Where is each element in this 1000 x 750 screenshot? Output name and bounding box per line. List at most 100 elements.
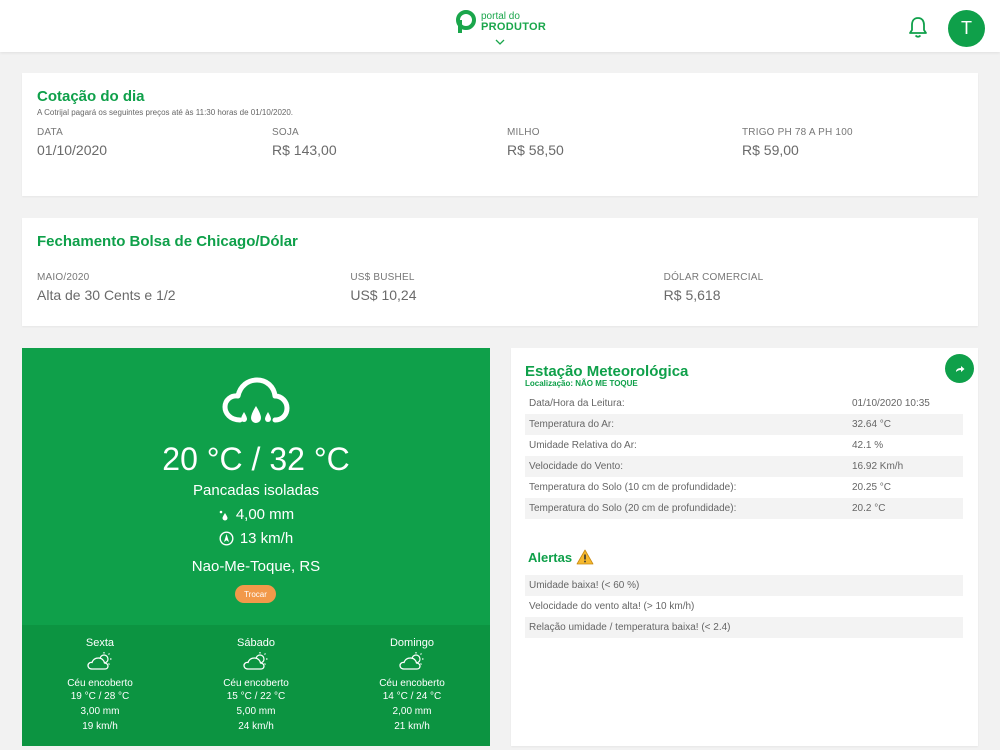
bolsa-item: MAIO/2020 Alta de 30 Cents e 1/2 bbox=[37, 272, 350, 303]
reading-key: Temperatura do Solo (20 cm de profundida… bbox=[529, 503, 737, 514]
forecast-day: Sexta Céu encoberto 19 °C / 28 °C 3,00 m… bbox=[22, 625, 178, 746]
forecast-day-name: Domingo bbox=[389, 637, 435, 649]
forecast-rain: 5,00 mm bbox=[236, 706, 276, 717]
forecast-condition: Céu encoberto bbox=[379, 678, 445, 689]
avatar[interactable]: T bbox=[948, 10, 985, 47]
reading-value: 16.92 Km/h bbox=[852, 461, 904, 472]
forecast-rain: 2,00 mm bbox=[392, 706, 432, 717]
today-temperature: 20 °C / 32 °C bbox=[162, 441, 350, 477]
share-button[interactable] bbox=[945, 354, 974, 383]
top-bar: portal do PRODUTOR T bbox=[0, 0, 1000, 52]
reading-row: Data/Hora da Leitura: 01/10/2020 10:35 bbox=[525, 393, 963, 414]
forecast-wind: 21 km/h bbox=[394, 721, 430, 732]
alert-item: Umidade baixa! (< 60 %) bbox=[525, 575, 963, 596]
chevron-down-icon[interactable] bbox=[495, 38, 505, 46]
forecast-day: Sábado Céu encoberto 15 °C / 22 °C 5,00 … bbox=[178, 625, 334, 746]
forecast-condition: Céu encoberto bbox=[67, 678, 133, 689]
reading-key: Temperatura do Ar: bbox=[529, 419, 615, 430]
bolsa-title: Fechamento Bolsa de Chicago/Dólar bbox=[37, 233, 298, 250]
bolsa-value: R$ 5,618 bbox=[663, 287, 721, 303]
logo-icon bbox=[456, 10, 476, 33]
reading-value: 32.64 °C bbox=[852, 419, 892, 430]
cotacao-value: R$ 58,50 bbox=[507, 142, 564, 158]
today-rain-value: 4,00 mm bbox=[235, 506, 295, 523]
bell-icon[interactable] bbox=[907, 15, 929, 39]
bolsa-value: Alta de 30 Cents e 1/2 bbox=[37, 287, 176, 303]
today-wind: 13 km/h bbox=[22, 530, 490, 547]
cotacao-item: SOJA R$ 143,00 bbox=[272, 127, 507, 158]
estacao-title: Estação Meteorológica bbox=[525, 363, 689, 380]
alert-item: Velocidade do vento alta! (> 10 km/h) bbox=[529, 601, 695, 612]
estacao-readings: Data/Hora da Leitura: 01/10/2020 10:35 Te… bbox=[525, 393, 963, 519]
reading-row: Temperatura do Solo (10 cm de profundida… bbox=[525, 477, 963, 498]
cotacao-value: R$ 59,00 bbox=[742, 142, 799, 158]
forecast-rain: 3,00 mm bbox=[80, 706, 120, 717]
cotacao-value: R$ 143,00 bbox=[272, 142, 337, 158]
share-arrow-icon bbox=[955, 365, 964, 372]
weather-location: Nao-Me-Toque, RS bbox=[191, 558, 321, 575]
cotacao-title: Cotação do dia bbox=[37, 88, 145, 105]
weather-today: 20 °C / 32 °C Pancadas isoladas 4,00 mm … bbox=[22, 348, 490, 625]
reading-row: Velocidade do Vento: 16.92 Km/h bbox=[525, 456, 963, 477]
cotacao-label: MILHO bbox=[507, 127, 540, 138]
partly-cloudy-icon bbox=[87, 652, 112, 670]
forecast-condition: Céu encoberto bbox=[223, 678, 289, 689]
alert-item: Relação umidade / temperatura baixa! (< … bbox=[525, 617, 963, 638]
reading-value: 20.25 °C bbox=[852, 482, 892, 493]
cotacao-card: Cotação do dia A Cotrijal pagará os segu… bbox=[22, 73, 978, 196]
today-rain: 4,00 mm bbox=[22, 506, 490, 523]
alerts-list: Umidade baixa! (< 60 %) Velocidade do ve… bbox=[525, 575, 963, 638]
cotacao-label: DATA bbox=[37, 127, 63, 138]
cotacao-value: 01/10/2020 bbox=[37, 142, 108, 158]
raindrop-icon bbox=[219, 510, 228, 520]
partly-cloudy-icon bbox=[399, 652, 424, 670]
cotacao-item: TRIGO PH 78 A PH 100 R$ 59,00 bbox=[742, 127, 977, 158]
alerts-heading: Alertas bbox=[528, 549, 594, 565]
today-wind-value: 13 km/h bbox=[239, 530, 294, 547]
bolsa-item: US$ BUSHEL US$ 10,24 bbox=[350, 272, 663, 303]
forecast-wind: 24 km/h bbox=[238, 721, 274, 732]
reading-row: Temperatura do Solo (20 cm de profundida… bbox=[525, 498, 963, 519]
estacao-card: Estação Meteorológica Localização: NÃO M… bbox=[511, 348, 978, 746]
bolsa-label: MAIO/2020 bbox=[37, 272, 90, 283]
forecast-temperature: 14 °C / 24 °C bbox=[382, 691, 442, 702]
reading-value: 01/10/2020 10:35 bbox=[852, 398, 930, 409]
forecast-day-name: Sexta bbox=[85, 637, 115, 649]
bolsa-value: US$ 10,24 bbox=[350, 287, 417, 303]
forecast-temperature: 19 °C / 28 °C bbox=[70, 691, 130, 702]
reading-key: Umidade Relativa do Ar: bbox=[529, 440, 637, 451]
forecast-strip: Sexta Céu encoberto 19 °C / 28 °C 3,00 m… bbox=[22, 625, 490, 746]
cotacao-subtitle: A Cotrijal pagará os seguintes preços at… bbox=[37, 108, 294, 117]
cotacao-label: SOJA bbox=[272, 127, 299, 138]
weather-card: 20 °C / 32 °C Pancadas isoladas 4,00 mm … bbox=[22, 348, 490, 746]
bolsa-card: Fechamento Bolsa de Chicago/Dólar MAIO/2… bbox=[22, 218, 978, 326]
forecast-temperature: 15 °C / 22 °C bbox=[226, 691, 286, 702]
bolsa-label: US$ BUSHEL bbox=[350, 272, 415, 283]
estacao-location: Localização: NÃO ME TOQUE bbox=[525, 379, 638, 388]
change-location-button[interactable]: Trocar bbox=[235, 585, 276, 603]
reading-row: Umidade Relativa do Ar: 42.1 % bbox=[525, 435, 963, 456]
bolsa-item: DÓLAR COMERCIAL R$ 5,618 bbox=[664, 272, 977, 303]
portal-logo[interactable]: portal do PRODUTOR bbox=[455, 10, 546, 34]
reading-value: 20.2 °C bbox=[852, 503, 886, 514]
today-condition: Pancadas isoladas bbox=[193, 482, 319, 499]
wind-compass-icon bbox=[219, 531, 234, 546]
alerts-title: Alertas bbox=[528, 549, 573, 565]
reading-key: Velocidade do Vento: bbox=[529, 461, 623, 472]
reading-key: Data/Hora da Leitura: bbox=[529, 398, 625, 409]
cotacao-item: DATA 01/10/2020 bbox=[37, 127, 272, 158]
cotacao-label: TRIGO PH 78 A PH 100 bbox=[742, 127, 853, 138]
reading-key: Temperatura do Solo (10 cm de profundida… bbox=[529, 482, 737, 493]
cotacao-item: MILHO R$ 58,50 bbox=[507, 127, 742, 158]
forecast-day-name: Sábado bbox=[237, 637, 275, 649]
logo-big-text: PRODUTOR bbox=[481, 20, 547, 33]
cloud-rain-icon bbox=[222, 377, 290, 423]
bolsa-label: DÓLAR COMERCIAL bbox=[663, 272, 764, 283]
forecast-wind: 19 km/h bbox=[82, 721, 118, 732]
partly-cloudy-icon bbox=[243, 652, 268, 670]
logo-small-text: portal do bbox=[481, 10, 520, 22]
warning-icon bbox=[576, 549, 594, 565]
reading-row: Temperatura do Ar: 32.64 °C bbox=[525, 414, 963, 435]
forecast-day: Domingo Céu encoberto 14 °C / 24 °C 2,00… bbox=[334, 625, 490, 746]
reading-value: 42.1 % bbox=[852, 440, 884, 451]
